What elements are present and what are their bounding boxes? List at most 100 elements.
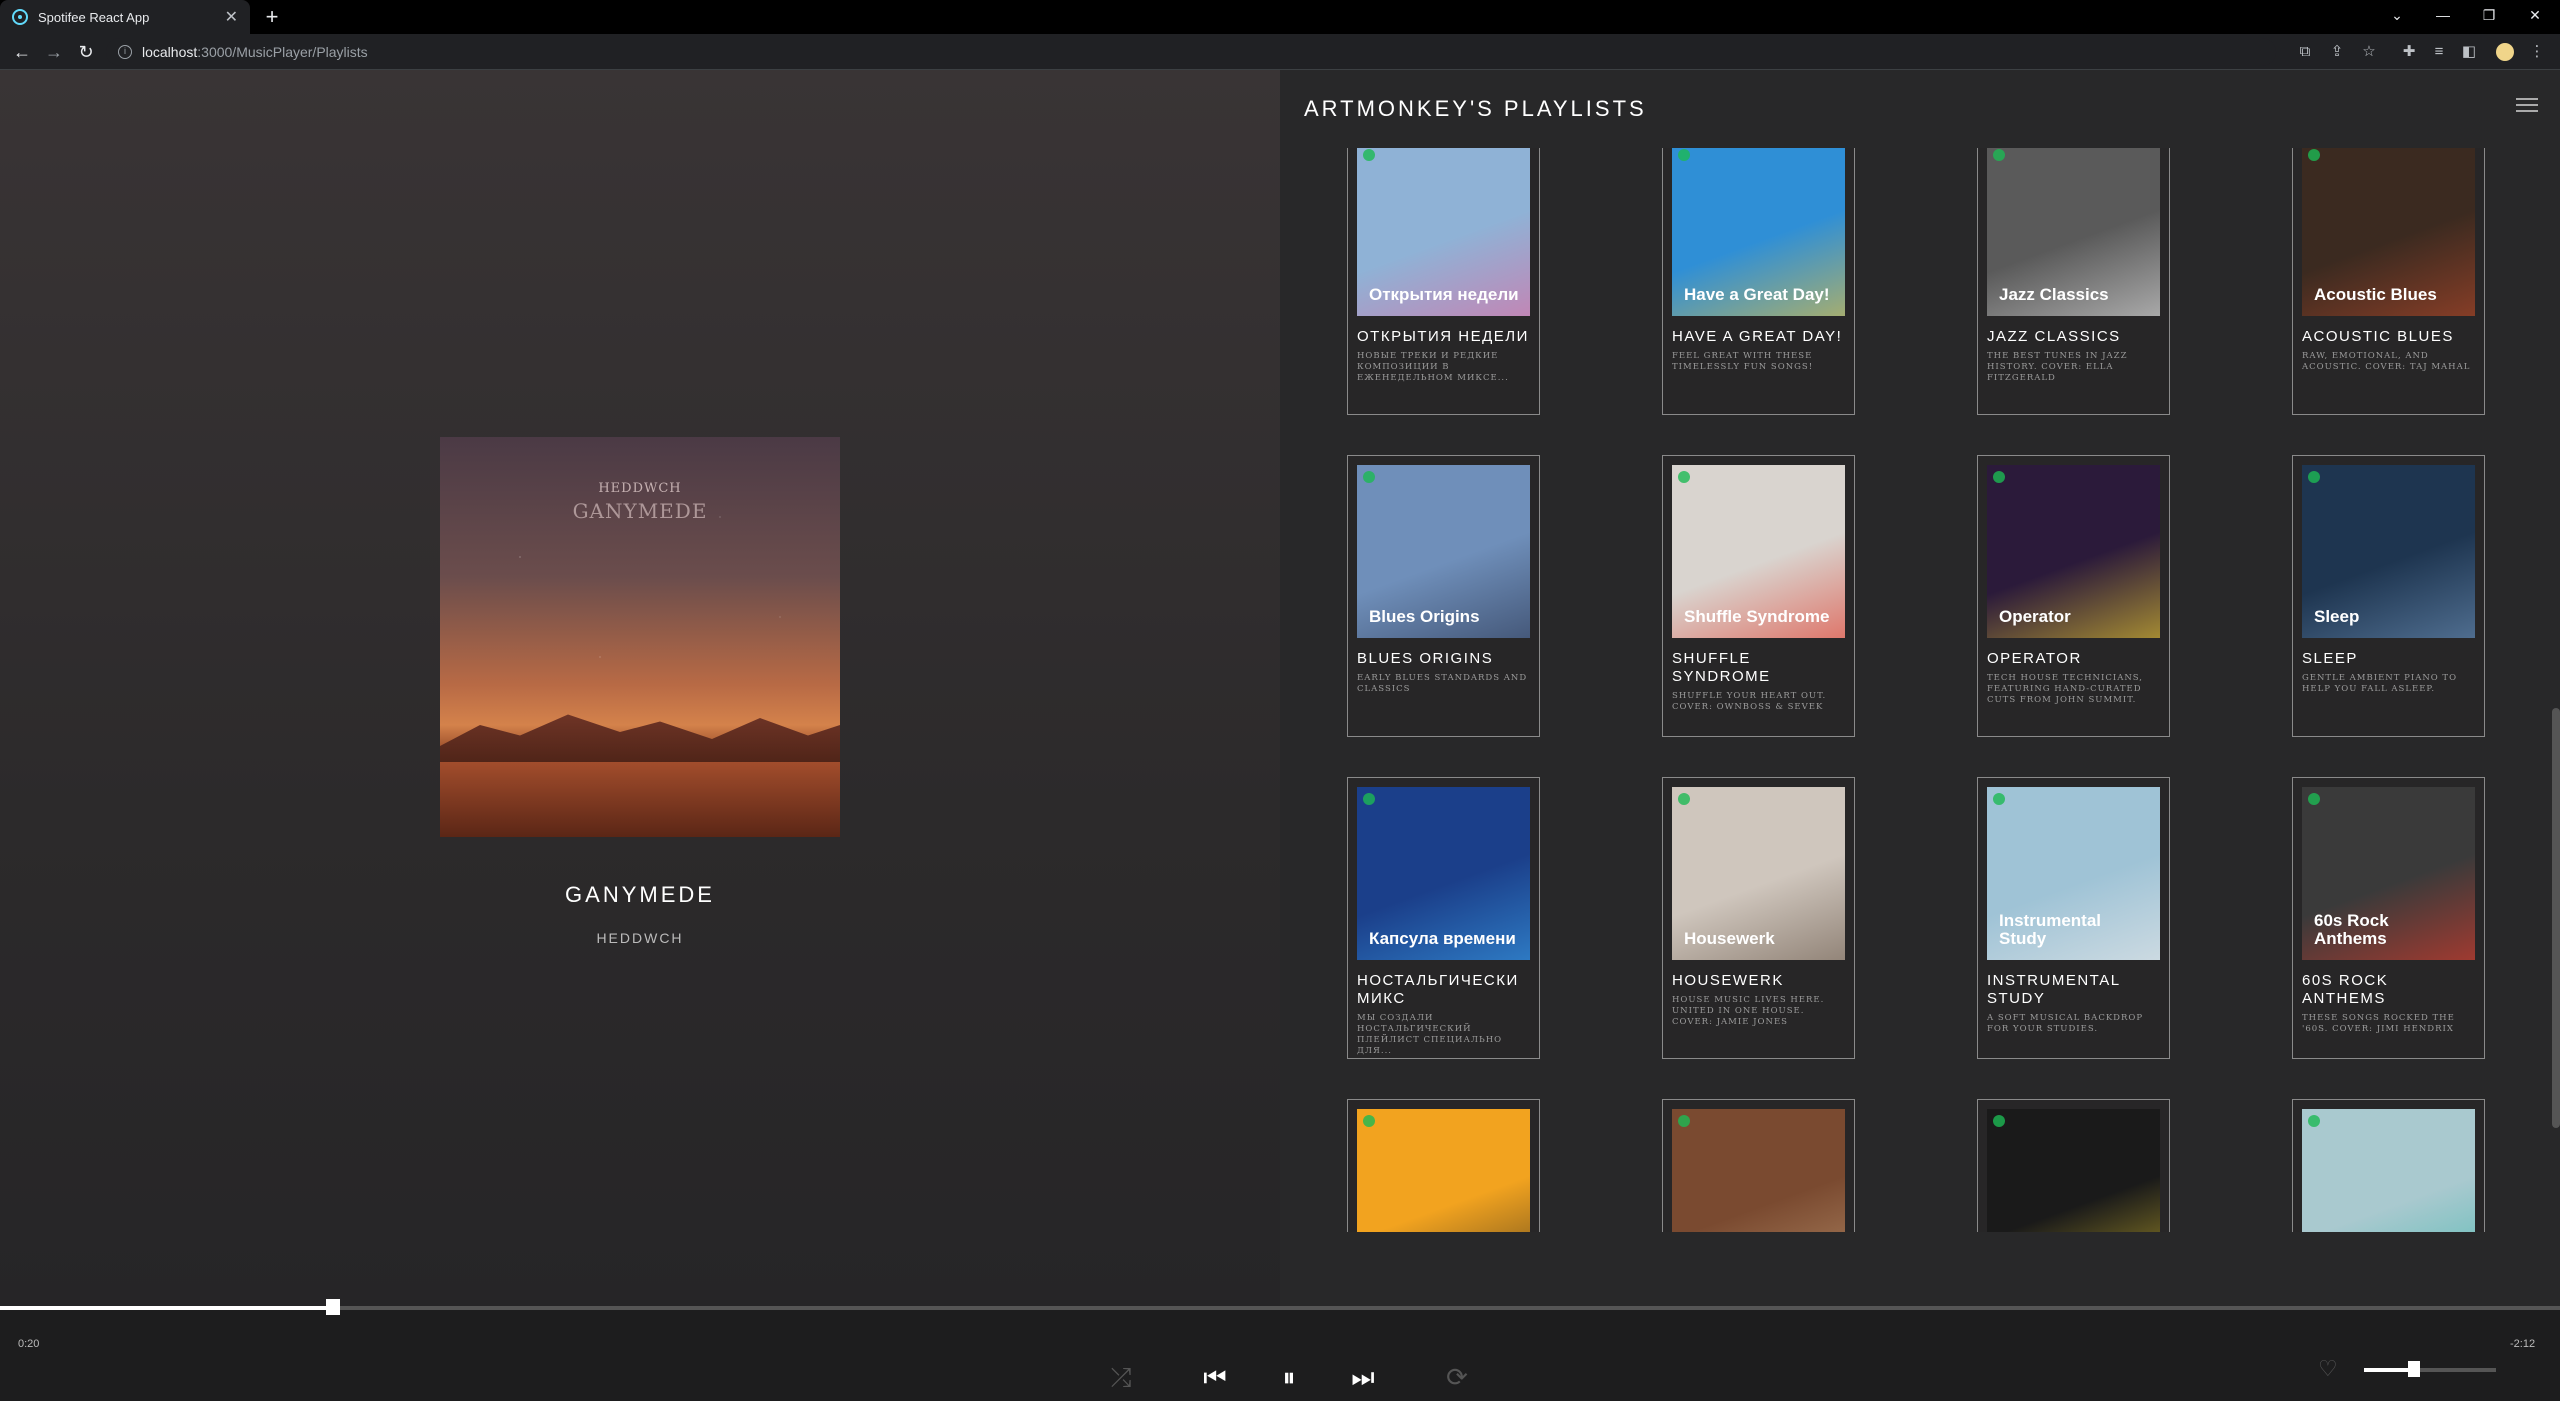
back-icon[interactable]: ← — [10, 40, 34, 64]
new-tab-button[interactable]: + — [258, 3, 286, 31]
tab-search-icon[interactable]: ⌄ — [2374, 0, 2420, 34]
playlist-cover: Classic Acoustic — [1672, 1109, 1845, 1232]
spotify-logo-icon — [1363, 793, 1375, 805]
playlist-card[interactable]: Открытия недели ОТКРЫТИЯ НЕДЕЛИ НОВЫЕ ТРЕК… — [1347, 148, 1540, 415]
progress-fill — [0, 1306, 333, 1310]
track-artist: HEDDWCH — [596, 930, 684, 946]
restore-icon[interactable]: ❐ — [2466, 0, 2512, 34]
shuffle-icon[interactable]: ⤮ — [1104, 1360, 1138, 1394]
track-title: GANYMEDE — [565, 882, 715, 907]
playlist-name: HAVE A GREAT DAY! — [1672, 328, 1843, 345]
pause-icon[interactable]: ⏸ — [1272, 1360, 1306, 1394]
hamburger-menu-icon[interactable] — [2516, 94, 2538, 116]
playlist-name: ОТКРЫТИЯ НЕДЕЛИ — [1357, 328, 1529, 345]
scrollbar-thumb[interactable] — [2552, 708, 2560, 1128]
progress-bar[interactable] — [0, 1299, 2560, 1315]
playlist-cover-text: Housewerk — [1684, 929, 1775, 948]
playlist-cover-text: Капсула времени — [1369, 929, 1516, 948]
playlist-card[interactable]: Have a Great Day! HAVE A GREAT DAY! FEEL G… — [1662, 148, 1855, 415]
minimize-icon[interactable]: — — [2420, 0, 2466, 34]
translate-icon[interactable]: ⧉ — [2296, 43, 2314, 61]
playlist-card[interactable]: Operator OPERATOR TECH HOUSE TECHNICIANS, … — [1977, 455, 2170, 737]
cover-title-text: GANYMEDE — [572, 499, 708, 523]
site-info-icon[interactable]: i — [118, 45, 132, 59]
next-track-icon[interactable]: ⏭ — [1346, 1360, 1380, 1394]
cover-artist-text: HEDDWCH — [598, 481, 682, 496]
playlist-card[interactable]: Stepping OutSTEPPING OUTTAKING THE BIG S… — [2292, 1099, 2485, 1232]
playlist-card[interactable]: Instrumental Study INSTRUMENTAL STUDY A SO… — [1977, 777, 2170, 1059]
react-favicon-icon — [12, 9, 28, 25]
playlist-name: JAZZ CLASSICS — [1987, 328, 2121, 345]
playlist-card[interactable]: Housewerk HOUSEWERK HOUSE MUSIC LIVES HERE… — [1662, 777, 1855, 1059]
progress-handle[interactable] — [325, 1299, 340, 1315]
browser-menu-icon[interactable]: ⋮ — [2528, 43, 2546, 61]
volume-fill — [2364, 1368, 2415, 1372]
volume-handle[interactable] — [2408, 1361, 2421, 1377]
playlist-name: 60S ROCK ANTHEMS — [2302, 972, 2389, 1007]
playlist-name: ACOUSTIC BLUES — [2302, 328, 2454, 345]
playlist-cover-text: Jazz Classics — [1999, 285, 2109, 304]
spotify-logo-icon — [1678, 149, 1690, 161]
now-playing-panel: HEDDWCH GANYMEDE GANYMEDE HEDDWCH — [0, 70, 1280, 1310]
music-player-app: HEDDWCH GANYMEDE GANYMEDE HEDDWCH ARTMON… — [0, 70, 2560, 1401]
playlist-card[interactable]: I Love My '90s Hip-HopI LOVE MY '90S HIP… — [1347, 1099, 1540, 1232]
spotify-logo-icon — [1993, 149, 2005, 161]
playlist-card[interactable]: Капсула времени НОСТАЛЬГИЧЕСКИ МИКС МЫ СОЗ… — [1347, 777, 1540, 1059]
scrollbar[interactable] — [2552, 148, 2560, 1232]
bookmark-star-icon[interactable]: ☆ — [2360, 43, 2378, 61]
playlist-cover-text: Blues Origins — [1369, 607, 1480, 626]
share-icon[interactable]: ⇪ — [2328, 43, 2346, 61]
spotify-logo-icon — [1993, 471, 2005, 483]
extensions-icon[interactable]: ✚ — [2400, 43, 2418, 61]
playlist-card[interactable]: Classic AcousticCLASSIC ACOUSTICKICK BAC… — [1662, 1099, 1855, 1232]
playlist-card[interactable]: Sleep SLEEP GENTLE AMBIENT PIANO TO HELP Y… — [2292, 455, 2485, 737]
playlist-cover-text: Operator — [1999, 607, 2071, 626]
spotify-logo-icon — [1363, 1115, 1375, 1127]
repeat-icon[interactable]: ⟳ — [1440, 1360, 1474, 1394]
playlist-name: BLUES ORIGINS — [1357, 650, 1494, 667]
playlist-card[interactable]: Acoustic Blues ACOUSTIC BLUES RAW, EMOTION… — [2292, 148, 2485, 415]
playlist-name: HOUSEWERK — [1672, 972, 1784, 989]
spotify-logo-icon — [1993, 793, 2005, 805]
playlist-card[interactable]: 60s Rock Anthems 60S ROCK ANTHEMS THESE SO… — [2292, 777, 2485, 1059]
playlist-cover-text: Instrumental Study — [1999, 911, 2102, 948]
media-icon[interactable]: ≡ — [2430, 43, 2448, 61]
playlist-card[interactable]: Shuffle Syndrome SHUFFLE SYNDROME SHUFFLE … — [1662, 455, 1855, 737]
playlist-cover: Jazz Classics — [1987, 148, 2160, 316]
forward-icon[interactable]: → — [42, 40, 66, 64]
playlist-cover: Sleep — [2302, 465, 2475, 638]
browser-tab[interactable]: Spotifee React App ✕ — [0, 0, 250, 34]
tab-close-icon[interactable]: ✕ — [225, 7, 238, 27]
playlist-description: FEEL GREAT WITH THESE TIMELESSLY FUN SON… — [1672, 351, 1814, 372]
previous-track-icon[interactable]: ⏮ — [1198, 1360, 1232, 1394]
playlist-cover: Blues Origins — [1357, 465, 1530, 638]
profile-avatar[interactable] — [2496, 43, 2514, 61]
playlist-cover: Капсула времени — [1357, 787, 1530, 960]
playlist-description: GENTLE AMBIENT PIANO TO HELP YOU FALL AS… — [2302, 673, 2458, 694]
playlist-cover: Открытия недели — [1357, 148, 1530, 316]
playlist-cover: Instrumental Study — [1987, 787, 2160, 960]
playlist-card[interactable]: Jazz Classics JAZZ CLASSICS THE BEST TUNES… — [1977, 148, 2170, 415]
playlists-panel: ARTMONKEY'S PLAYLISTS Открытия недели ОТК… — [1280, 70, 2560, 1310]
playlist-name: SLEEP — [2302, 650, 2358, 667]
playlist-card[interactable]: Blues Origins BLUES ORIGINS EARLY BLUES ST… — [1347, 455, 1540, 737]
address-bar[interactable]: i localhost:3000/MusicPlayer/Playlists — [106, 38, 2276, 66]
playlist-description: THE BEST TUNES IN JAZZ HISTORY. COVER: E… — [1987, 351, 2128, 383]
playlist-description: НОВЫЕ ТРЕКИ И РЕДКИЕ КОМПОЗИЦИИ В ЕЖЕНЕД… — [1357, 351, 1509, 383]
playlist-cover: Rock Classics — [1987, 1109, 2160, 1232]
reload-icon[interactable]: ↻ — [74, 40, 98, 64]
like-heart-icon[interactable]: ♡ — [2318, 1356, 2338, 1382]
window-close-icon[interactable]: ✕ — [2512, 0, 2558, 34]
volume-slider[interactable] — [2364, 1361, 2496, 1377]
side-panel-icon[interactable]: ◧ — [2460, 43, 2478, 61]
playlist-card[interactable]: Rock ClassicsROCK CLASSICSROCK LEGENDS &… — [1977, 1099, 2170, 1232]
playlist-description: A SOFT MUSICAL BACKDROP FOR YOUR STUDIES… — [1987, 1013, 2144, 1034]
spotify-logo-icon — [1678, 793, 1690, 805]
playlist-cover: I Love My '90s Hip-Hop — [1357, 1109, 1530, 1232]
playlist-name: OPERATOR — [1987, 650, 2082, 667]
playlist-description: TECH HOUSE TECHNICIANS, FEATURING HAND-C… — [1987, 673, 2144, 705]
spotify-logo-icon — [2308, 471, 2320, 483]
browser-toolbar: ← → ↻ i localhost:3000/MusicPlayer/Playl… — [0, 34, 2560, 70]
playlist-cover-text: Acoustic Blues — [2314, 285, 2437, 304]
playlist-description: THESE SONGS ROCKED THE '60S. COVER: JIMI… — [2302, 1013, 2455, 1034]
